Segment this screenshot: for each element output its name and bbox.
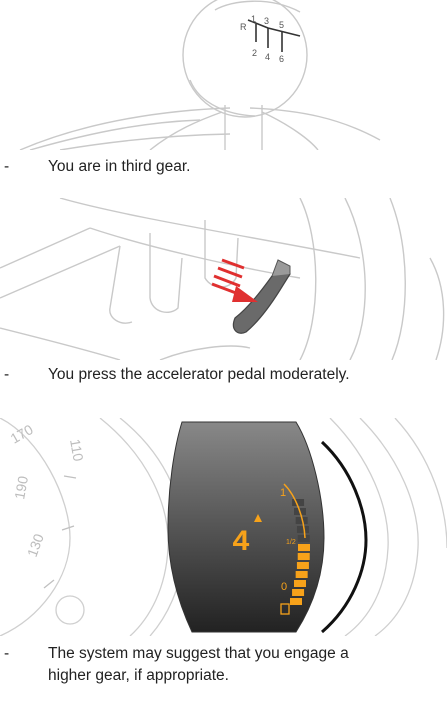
step-text-line1: The system may suggest that you engage a — [48, 645, 349, 662]
fuel-mark-full: 1 — [280, 487, 286, 499]
step-text-line2: higher gear, if appropriate. — [48, 667, 229, 684]
accelerator-pedal-illustration — [0, 198, 447, 360]
fuel-bar-segment — [295, 571, 308, 578]
fuel-bar-segment — [290, 598, 302, 605]
fuel-bar-segment — [296, 526, 309, 533]
gear-label-4: 4 — [265, 52, 270, 62]
bullet-dash: - — [4, 158, 10, 175]
step-text: You are in third gear. — [48, 158, 191, 175]
speedo-tick-110: 110 — [67, 438, 87, 463]
fuel-bar-segment — [294, 580, 306, 587]
gear-label-r: R — [240, 22, 247, 32]
fuel-mark-half: 1/2 — [286, 539, 296, 546]
instrument-display-illustration: 170 110 190 130 4 1 1/2 0 — [0, 418, 447, 636]
fuel-bar-segment — [297, 553, 310, 560]
gear-label-5: 5 — [279, 20, 284, 30]
bullet-dash: - — [4, 645, 10, 662]
speedo-tick-190: 190 — [11, 475, 31, 501]
bullet-dash: - — [4, 366, 10, 383]
gear-knob-illustration: R 1 3 5 2 4 6 — [0, 0, 447, 150]
gear-label-2: 2 — [252, 48, 257, 58]
gear-label-1: 1 — [251, 14, 256, 24]
gear-indicator: 4 — [232, 526, 250, 560]
gear-label-6: 6 — [279, 54, 284, 64]
step-text: The system may suggest that you engage a… — [48, 643, 349, 687]
gear-label-3: 3 — [264, 16, 269, 26]
fuel-bar-segment — [296, 562, 309, 569]
fuel-bar-segment — [297, 535, 310, 542]
fuel-mark-empty: 0 — [281, 581, 287, 593]
fuel-bar-segment — [298, 544, 310, 551]
step-text: You press the accelerator pedal moderate… — [48, 366, 350, 383]
fuel-bar-segment — [292, 589, 305, 596]
speedo-tick-130: 130 — [24, 531, 47, 559]
